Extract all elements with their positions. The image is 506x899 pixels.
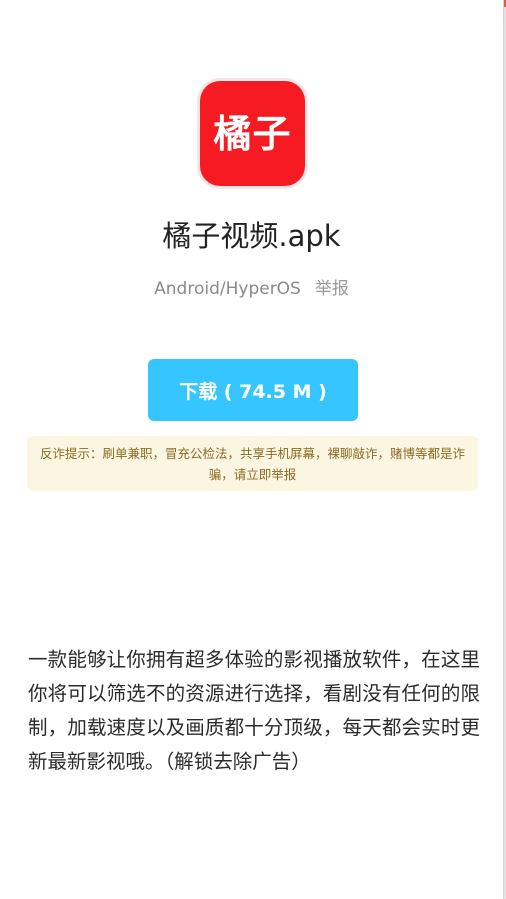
app-title: 橘子视频.apk	[162, 219, 341, 253]
app-meta: Android/HyperOS 举报	[0, 276, 503, 302]
download-page: 橘子 橘子视频.apk Android/HyperOS 举报 下载 ( 74.5 …	[0, 0, 504, 899]
app-logo-icon: 橘子	[200, 81, 305, 186]
app-logo-text: 橘子	[213, 111, 292, 156]
fraud-warning-text: 反诈提示：刷单兼职，冒充公检法，共享手机屏幕，裸聊敲诈，赌博等都是诈骗，请立即举…	[39, 445, 465, 482]
app-description: 一款能够让你拥有超多体验的影视播放软件，在这里你将可以筛选不的资源进行选择，看剧…	[28, 648, 480, 773]
fraud-warning-box: 反诈提示：刷单兼职，冒充公检法，共享手机屏幕，裸聊敲诈，赌博等都是诈骗，请立即举…	[27, 436, 478, 491]
report-link[interactable]: 举报	[315, 279, 349, 299]
platform-label: Android/HyperOS	[154, 279, 301, 299]
download-button[interactable]: 下载 ( 74.5 M )	[148, 359, 358, 421]
